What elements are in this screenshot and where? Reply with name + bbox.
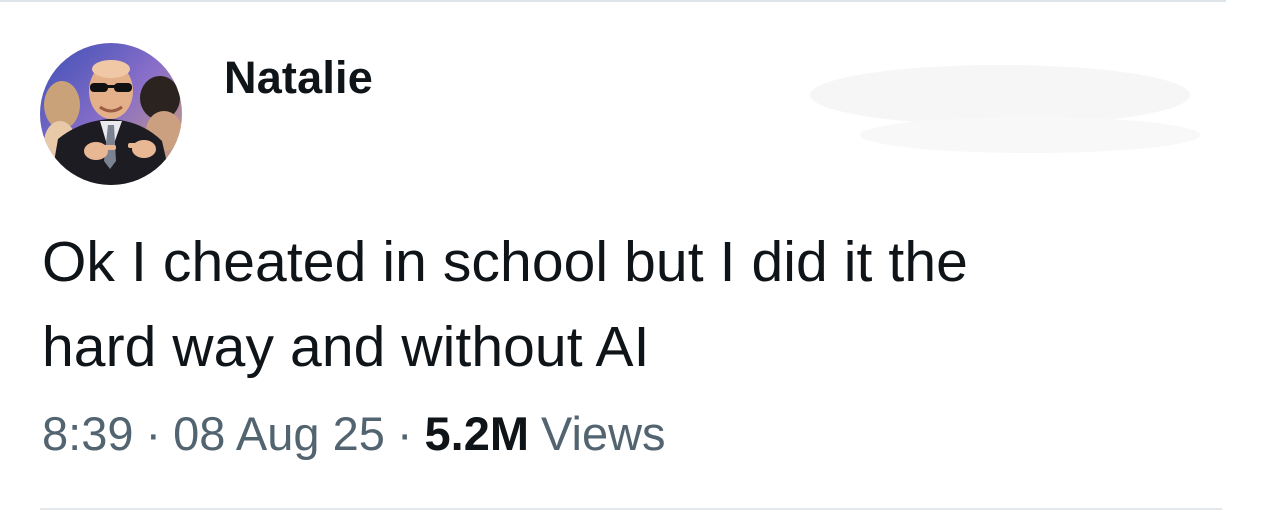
bottom-divider (40, 508, 1222, 510)
post-date-link[interactable]: 08 Aug 25 (173, 407, 385, 460)
views-label: Views (541, 407, 666, 460)
avatar-photo (40, 43, 182, 185)
dot-separator: · (396, 407, 413, 460)
post-time-link[interactable]: 8:39 (42, 407, 133, 460)
post-text: Ok I cheated in school but I did it the … (42, 220, 1202, 390)
post-metadata: 8:39 · 08 Aug 25 · 5.2M Views (42, 405, 666, 463)
author-display-name[interactable]: Natalie (224, 50, 373, 106)
author-avatar[interactable] (40, 43, 182, 185)
views-count: 5.2M (424, 407, 530, 460)
redacted-area (810, 65, 1200, 153)
post-text-line: hard way and without AI (42, 315, 650, 379)
dot-separator: · (145, 407, 162, 460)
post-text-line: Ok I cheated in school but I did it the (42, 230, 968, 294)
post-detail: Natalie Ok I cheated in school but I did… (0, 0, 1263, 525)
top-divider (0, 0, 1226, 2)
